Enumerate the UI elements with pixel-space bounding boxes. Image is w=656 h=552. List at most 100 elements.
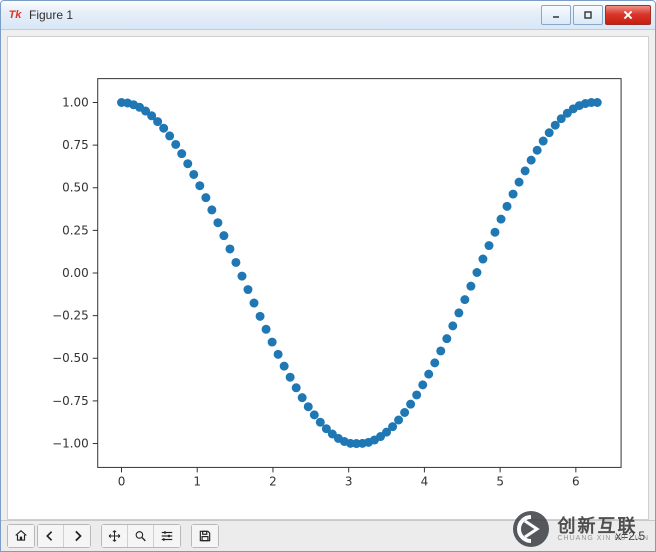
data-point — [545, 128, 554, 137]
data-point — [485, 241, 494, 250]
data-point — [262, 325, 271, 334]
app-window: Tk Figure 1 −1.00 −0.75 −0.50 −0.25 0.00 0.25… — [0, 0, 656, 552]
data-point — [442, 334, 451, 343]
data-point — [497, 215, 506, 224]
svg-text:0.50: 0.50 — [62, 181, 89, 195]
svg-text:−0.75: −0.75 — [52, 394, 89, 408]
data-point — [298, 393, 307, 402]
data-point — [490, 228, 499, 237]
data-point — [412, 390, 421, 399]
data-point — [448, 321, 457, 330]
sliders-icon — [160, 527, 174, 545]
maximize-button[interactable] — [573, 5, 603, 25]
coord-readout: x=2.5 — [605, 529, 645, 543]
data-point — [177, 149, 186, 158]
home-button[interactable] — [8, 525, 34, 547]
data-point — [527, 156, 536, 165]
data-point — [304, 402, 313, 411]
data-point — [274, 350, 283, 359]
data-point — [533, 146, 542, 155]
svg-text:5: 5 — [496, 474, 504, 488]
data-point — [436, 346, 445, 355]
data-point — [388, 422, 397, 431]
data-point — [430, 358, 439, 367]
data-point — [503, 202, 512, 211]
data-point — [153, 117, 162, 126]
data-point — [418, 380, 427, 389]
svg-text:0.00: 0.00 — [62, 266, 89, 280]
data-point — [400, 408, 409, 417]
nav-group-home — [7, 524, 35, 548]
data-point — [256, 312, 265, 321]
data-point — [225, 244, 234, 253]
svg-text:0.25: 0.25 — [62, 223, 89, 237]
data-point — [159, 124, 168, 133]
plot-svg: −1.00 −0.75 −0.50 −0.25 0.00 0.25 0.50 0.75 1.00… — [8, 37, 648, 519]
move-icon — [108, 527, 121, 545]
data-point — [406, 400, 415, 409]
data-point — [171, 140, 180, 149]
data-point — [593, 98, 602, 107]
plot-canvas[interactable]: −1.00 −0.75 −0.50 −0.25 0.00 0.25 0.50 0.75 1.00… — [7, 36, 649, 520]
magnifier-icon — [134, 527, 147, 545]
data-point — [460, 295, 469, 304]
tk-icon: Tk — [7, 7, 23, 23]
arrow-left-icon — [44, 527, 57, 545]
data-point — [472, 268, 481, 277]
data-point — [268, 338, 277, 347]
data-point — [231, 258, 240, 267]
data-point — [165, 131, 174, 140]
nav-group-view — [101, 524, 181, 548]
data-point — [454, 308, 463, 317]
floppy-icon — [198, 527, 212, 545]
nav-group-hist — [37, 524, 91, 548]
home-icon — [14, 527, 28, 545]
data-point — [280, 362, 289, 371]
data-point — [237, 272, 246, 281]
close-button[interactable] — [605, 5, 651, 25]
svg-text:−0.25: −0.25 — [52, 309, 89, 323]
svg-text:0.75: 0.75 — [62, 138, 89, 152]
svg-text:3: 3 — [345, 474, 353, 488]
data-point — [521, 166, 530, 175]
data-point — [183, 159, 192, 168]
configure-button[interactable] — [154, 525, 180, 547]
data-point — [286, 373, 295, 382]
forward-button[interactable] — [64, 525, 90, 547]
titlebar[interactable]: Tk Figure 1 — [1, 1, 655, 30]
minimize-button[interactable] — [541, 5, 571, 25]
data-point — [219, 231, 228, 240]
window-controls — [541, 5, 651, 25]
data-point — [292, 383, 301, 392]
data-point — [201, 193, 210, 202]
svg-text:0: 0 — [118, 474, 126, 488]
nav-toolbar: x=2.5 — [1, 520, 655, 551]
data-point — [515, 178, 524, 187]
save-button[interactable] — [192, 525, 218, 547]
svg-text:−1.00: −1.00 — [52, 437, 89, 451]
nav-group-save — [191, 524, 219, 548]
svg-text:6: 6 — [572, 474, 580, 488]
svg-text:2: 2 — [269, 474, 277, 488]
svg-text:1: 1 — [193, 474, 201, 488]
svg-text:−0.50: −0.50 — [52, 351, 89, 365]
data-point — [539, 137, 548, 146]
data-point — [424, 370, 433, 379]
zoom-button[interactable] — [128, 525, 154, 547]
data-point — [509, 190, 518, 199]
data-point — [310, 410, 319, 419]
svg-text:1.00: 1.00 — [62, 95, 89, 109]
data-point — [207, 205, 216, 214]
pan-button[interactable] — [102, 525, 128, 547]
data-point — [195, 181, 204, 190]
data-point — [478, 255, 487, 264]
data-point — [466, 282, 475, 291]
window-title: Figure 1 — [29, 8, 541, 22]
svg-text:4: 4 — [421, 474, 429, 488]
data-point — [250, 299, 259, 308]
data-point — [394, 416, 403, 425]
data-point — [189, 170, 198, 179]
data-point — [243, 285, 252, 294]
arrow-right-icon — [70, 527, 84, 545]
back-button[interactable] — [38, 525, 64, 547]
